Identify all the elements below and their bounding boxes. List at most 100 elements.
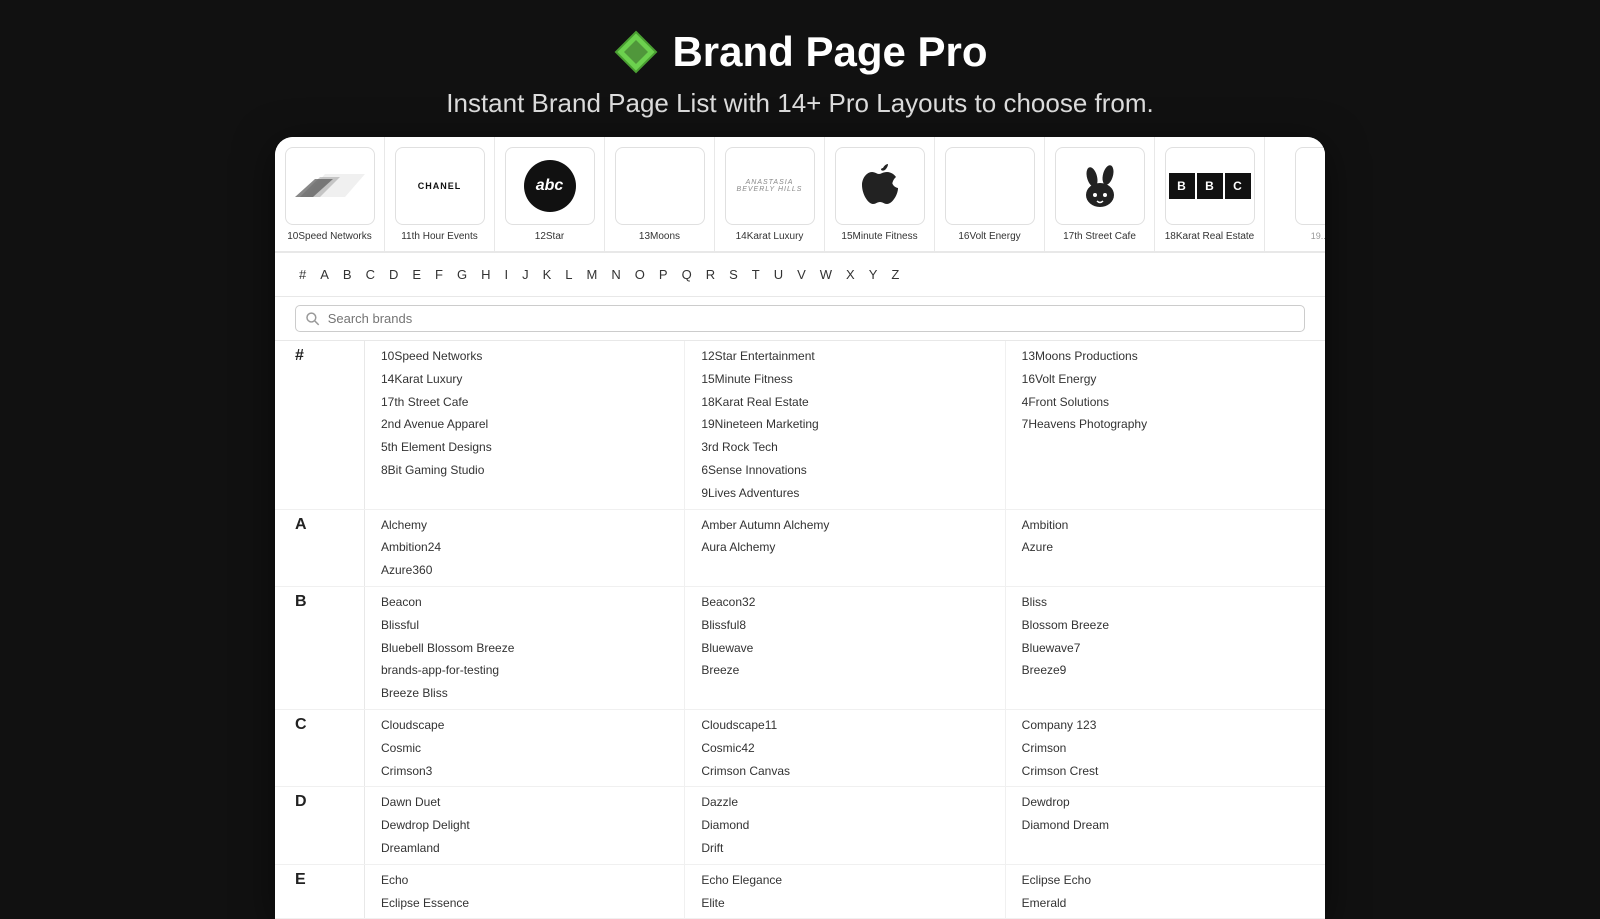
alpha-w[interactable]: W [816,265,836,284]
list-item[interactable]: Breeze [701,659,988,682]
alpha-g[interactable]: G [453,265,471,284]
list-item[interactable]: Crimson Canvas [701,760,988,783]
alpha-e[interactable]: E [408,265,425,284]
list-item[interactable]: 18Karat Real Estate [701,391,988,414]
alpha-u[interactable]: U [770,265,787,284]
list-item[interactable]: Blissful [381,614,668,637]
alpha-j[interactable]: J [518,265,533,284]
list-item[interactable]: 5th Element Designs [381,436,668,459]
alpha-hash[interactable]: # [295,265,310,284]
list-item[interactable]: 9Lives Adventures [701,482,988,505]
list-item[interactable]: Alchemy [381,514,668,537]
list-item[interactable]: Eclipse Essence [381,892,668,915]
list-item[interactable]: Dewdrop [1022,791,1309,814]
list-item[interactable]: 12Star Entertainment [701,345,988,368]
list-item[interactable]: Company 123 [1022,714,1309,737]
list-item[interactable]: Breeze Bliss [381,682,668,705]
list-item[interactable]: Dazzle [701,791,988,814]
logo-card-reebok[interactable]: 10Speed Networks [275,137,385,252]
list-item[interactable]: Bluewave7 [1022,637,1309,660]
list-item[interactable]: Diamond Dream [1022,814,1309,837]
alpha-k[interactable]: K [539,265,556,284]
list-item[interactable]: Bluebell Blossom Breeze [381,637,668,660]
search-input[interactable] [328,311,1294,326]
list-item[interactable]: Bliss [1022,591,1309,614]
alpha-v[interactable]: V [793,265,810,284]
alpha-p[interactable]: P [655,265,672,284]
list-item[interactable]: Aura Alchemy [701,536,988,559]
list-item[interactable]: 10Speed Networks [381,345,668,368]
list-item[interactable]: 4Front Solutions [1022,391,1309,414]
list-item[interactable]: 3rd Rock Tech [701,436,988,459]
logo-card-aveda[interactable]: AVEDA 16Volt Energy [935,137,1045,252]
list-item[interactable]: 6Sense Innovations [701,459,988,482]
list-item[interactable]: 19Nineteen Marketing [701,413,988,436]
alpha-d[interactable]: D [385,265,402,284]
alpha-i[interactable]: I [501,265,513,284]
logo-card-bunny[interactable]: 17th Street Cafe [1045,137,1155,252]
list-item[interactable]: Cosmic [381,737,668,760]
list-item[interactable]: Diamond [701,814,988,837]
list-item[interactable]: Echo [381,869,668,892]
list-item[interactable]: Beacon [381,591,668,614]
list-item[interactable]: Dawn Duet [381,791,668,814]
list-item[interactable]: Amber Autumn Alchemy [701,514,988,537]
list-item[interactable]: Ambition [1022,514,1309,537]
list-item[interactable]: Cosmic42 [701,737,988,760]
alpha-y[interactable]: Y [865,265,882,284]
list-item[interactable]: Beacon32 [701,591,988,614]
list-item[interactable]: 13Moons Productions [1022,345,1309,368]
alpha-b[interactable]: B [339,265,356,284]
list-item[interactable]: Elite [701,892,988,915]
list-item[interactable]: Crimson [1022,737,1309,760]
alpha-x[interactable]: X [842,265,859,284]
list-item[interactable]: Emerald [1022,892,1309,915]
alpha-s[interactable]: S [725,265,742,284]
logo-card-adidas[interactable]: adidas 13Moons [605,137,715,252]
alpha-a[interactable]: A [316,265,333,284]
list-item[interactable]: Crimson3 [381,760,668,783]
list-item[interactable]: Bluewave [701,637,988,660]
list-item[interactable]: Echo Elegance [701,869,988,892]
alpha-f[interactable]: F [431,265,447,284]
logo-card-chanel[interactable]: CHANEL 11th Hour Events [385,137,495,252]
alpha-h[interactable]: H [477,265,494,284]
alpha-m[interactable]: M [583,265,602,284]
list-item[interactable]: Blossom Breeze [1022,614,1309,637]
list-item[interactable]: 7Heavens Photography [1022,413,1309,436]
bbc-c: C [1225,173,1251,199]
list-item[interactable]: 14Karat Luxury [381,368,668,391]
list-item[interactable]: Ambition24 [381,536,668,559]
alpha-c[interactable]: C [362,265,379,284]
list-item[interactable]: Dewdrop Delight [381,814,668,837]
list-item[interactable]: Azure [1022,536,1309,559]
alpha-q[interactable]: Q [678,265,696,284]
alpha-t[interactable]: T [748,265,764,284]
list-item[interactable]: Crimson Crest [1022,760,1309,783]
alpha-n[interactable]: N [607,265,624,284]
logo-card-bbc[interactable]: B B C 18Karat Real Estate [1155,137,1265,252]
list-item[interactable]: Blissful8 [701,614,988,637]
list-item[interactable]: 8Bit Gaming Studio [381,459,668,482]
logo-img-aveda: AVEDA [945,147,1035,225]
list-item[interactable]: Cloudscape11 [701,714,988,737]
logo-card-anastasia[interactable]: ANASTASIA BEVERLY HILLS 14Karat Luxury [715,137,825,252]
alpha-l[interactable]: L [561,265,576,284]
alpha-z[interactable]: Z [887,265,903,284]
list-item[interactable]: 17th Street Cafe [381,391,668,414]
alpha-r[interactable]: R [702,265,719,284]
list-item[interactable]: Cloudscape [381,714,668,737]
list-item[interactable]: Eclipse Echo [1022,869,1309,892]
list-item[interactable]: Dreamland [381,837,668,860]
list-item[interactable]: Azure360 [381,559,668,582]
list-item[interactable]: Breeze9 [1022,659,1309,682]
search-icon [306,312,320,326]
logo-card-abc[interactable]: abc 12Star [495,137,605,252]
logo-card-apple[interactable]: 15Minute Fitness [825,137,935,252]
alpha-o[interactable]: O [631,265,649,284]
list-item[interactable]: Drift [701,837,988,860]
list-item[interactable]: 2nd Avenue Apparel [381,413,668,436]
list-item[interactable]: brands-app-for-testing [381,659,668,682]
list-item[interactable]: 15Minute Fitness [701,368,988,391]
list-item[interactable]: 16Volt Energy [1022,368,1309,391]
